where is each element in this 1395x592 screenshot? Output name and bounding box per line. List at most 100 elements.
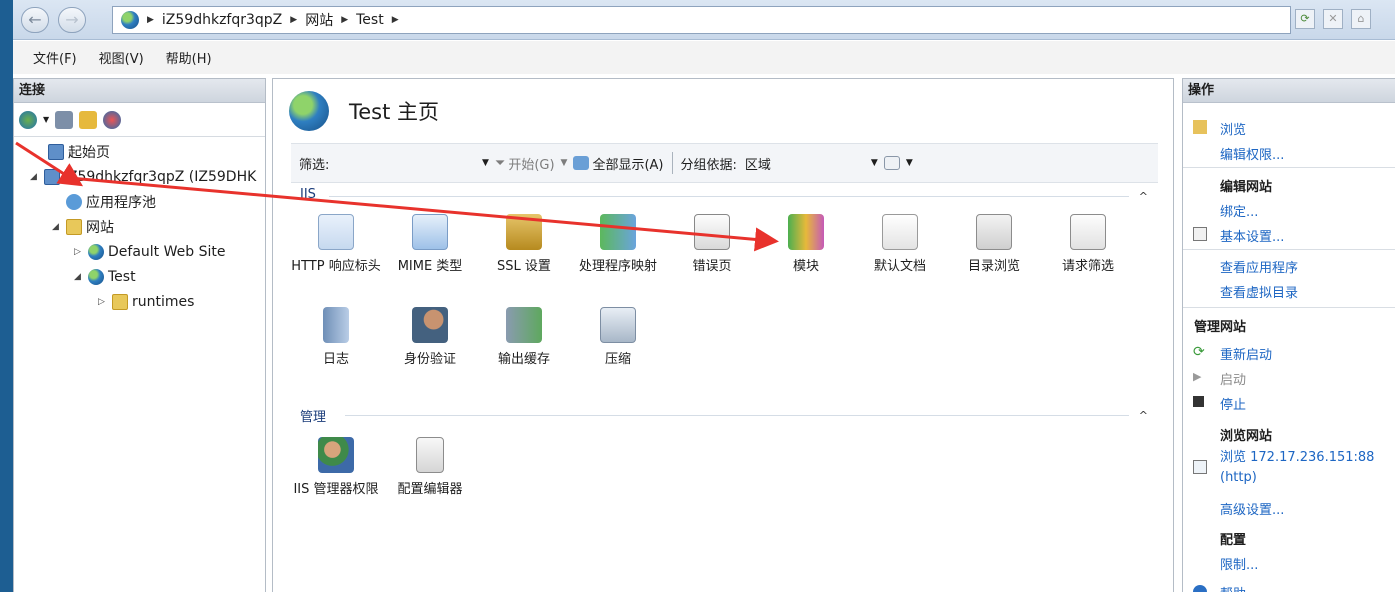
features-view: Test 主页 筛选: ▼ ⏷ 开始(G) ▼ 全部显示(A) 分组依据: 区域…: [272, 78, 1174, 592]
action-label: 停止: [1220, 398, 1247, 413]
action-label: 浏览 172.17.236.151:88: [1220, 450, 1375, 465]
connections-toolbar: ▼: [14, 103, 265, 137]
section-header: 管理网站: [1194, 320, 1247, 335]
collapse-group-icon[interactable]: ^: [1139, 409, 1148, 422]
tree-runtimes[interactable]: ▷ runtimes: [98, 291, 194, 313]
feature-compression[interactable]: 压缩: [570, 307, 666, 369]
collapse-icon[interactable]: ◢: [30, 172, 40, 182]
action-help[interactable]: 帮助: [1183, 583, 1395, 592]
feature-logging[interactable]: 日志: [288, 307, 384, 369]
globe-icon: [121, 11, 139, 29]
feature-request-filtering[interactable]: 请求筛选: [1040, 214, 1136, 276]
feature-authentication[interactable]: 身份验证: [382, 307, 478, 369]
filter-start-button[interactable]: 开始(G): [508, 154, 554, 173]
dropdown-icon[interactable]: ▼: [871, 158, 878, 168]
breadcrumb-site[interactable]: Test: [356, 12, 384, 28]
dropdown-icon[interactable]: ▼: [43, 115, 49, 124]
dropdown-icon[interactable]: ▼: [561, 158, 568, 168]
feature-configuration-editor[interactable]: 配置编辑器: [382, 437, 478, 499]
tree-sites[interactable]: ◢ 网站: [52, 216, 114, 238]
feature-default-document[interactable]: 默认文档: [852, 214, 948, 276]
forward-button[interactable]: →: [58, 7, 86, 33]
show-all-button[interactable]: 全部显示(A): [592, 154, 663, 173]
feature-ssl-settings[interactable]: SSL 设置: [476, 214, 572, 276]
refresh-icon[interactable]: ⟳: [1295, 9, 1315, 29]
up-folder-icon[interactable]: [79, 110, 98, 129]
action-restart[interactable]: 重新启动: [1183, 344, 1395, 363]
save-icon[interactable]: [55, 110, 74, 129]
tree-default-web-site[interactable]: ▷ Default Web Site: [74, 241, 225, 263]
view-mode-icon[interactable]: [883, 156, 900, 170]
feature-handler-mappings[interactable]: 处理程序映射: [570, 214, 666, 276]
disconnect-icon[interactable]: [103, 110, 122, 129]
expand-icon[interactable]: ▷: [74, 247, 84, 257]
feature-iis-manager-permissions[interactable]: IIS 管理器权限: [288, 437, 384, 499]
logging-icon: [323, 307, 349, 343]
group-name: 管理: [300, 410, 327, 425]
filter-input[interactable]: 筛选:: [291, 154, 476, 173]
menu-file[interactable]: 文件(F): [33, 48, 77, 67]
stop-icon[interactable]: ✕: [1323, 9, 1343, 29]
expand-icon[interactable]: ▷: [98, 297, 108, 307]
action-label: 浏览: [1220, 123, 1247, 138]
dropdown-icon[interactable]: ▼: [482, 158, 489, 168]
home-icon[interactable]: ⌂: [1351, 9, 1371, 29]
breadcrumb-sites[interactable]: 网站: [305, 10, 333, 30]
tree-app-pools[interactable]: 应用程序池: [66, 191, 156, 213]
collapse-icon[interactable]: ◢: [74, 272, 84, 282]
action-limits[interactable]: 限制...: [1183, 554, 1395, 573]
feature-error-pages[interactable]: 错误页: [664, 214, 760, 276]
action-label: 查看虚拟目录: [1220, 286, 1299, 301]
mime-types-icon: [412, 214, 448, 250]
action-browse[interactable]: 浏览: [1183, 119, 1395, 138]
ssl-lock-icon: [506, 214, 542, 250]
page-title: Test 主页: [349, 100, 440, 124]
feature-label: 配置编辑器: [397, 482, 463, 497]
collapse-icon[interactable]: ◢: [52, 222, 62, 232]
action-stop[interactable]: 停止: [1183, 394, 1395, 413]
feature-label: 身份验证: [403, 352, 456, 367]
tree-server[interactable]: ◢ iZ59dhkzfqr3qpZ (IZ59DHK: [30, 166, 256, 188]
group-by-select[interactable]: 区域: [745, 154, 865, 173]
group-iis-header[interactable]: IIS: [300, 187, 316, 202]
tree-test-site[interactable]: ◢ Test: [74, 266, 136, 288]
menu-help[interactable]: 帮助(H): [166, 48, 212, 67]
breadcrumb[interactable]: ▶ iZ59dhkzfqr3qpZ ▶ 网站 ▶ Test ▶: [112, 6, 1291, 34]
filter-bar: 筛选: ▼ ⏷ 开始(G) ▼ 全部显示(A) 分组依据: 区域 ▼ ▼: [291, 143, 1158, 183]
iis-manager-permissions-icon: [318, 437, 354, 473]
action-label: 重新启动: [1220, 348, 1273, 363]
feature-label: 目录浏览: [967, 259, 1020, 274]
group-management-header[interactable]: 管理: [300, 406, 326, 425]
action-label: 编辑权限...: [1220, 148, 1285, 163]
connections-title: 连接: [14, 79, 265, 103]
action-view-applications[interactable]: 查看应用程序: [1183, 257, 1395, 276]
action-bindings[interactable]: 绑定...: [1183, 201, 1395, 220]
action-browse-site[interactable]: 浏览 172.17.236.151:88 (http): [1183, 448, 1395, 488]
feature-modules[interactable]: 模块: [758, 214, 854, 276]
config-header: 配置: [1183, 529, 1395, 548]
globe-icon: [88, 269, 104, 285]
collapse-group-icon[interactable]: ^: [1139, 190, 1148, 203]
feature-http-response-headers[interactable]: HTTP 响应标头: [288, 214, 384, 276]
tree-start-page[interactable]: 起始页: [48, 141, 110, 163]
action-edit-permissions[interactable]: 编辑权限...: [1183, 144, 1395, 163]
tree-label: 应用程序池: [86, 195, 156, 211]
menu-view[interactable]: 视图(V): [99, 48, 144, 67]
breadcrumb-server[interactable]: iZ59dhkzfqr3qpZ: [162, 12, 282, 28]
address-tools: ⟳ ✕ ⌂: [1295, 9, 1371, 29]
back-button[interactable]: ←: [21, 7, 49, 33]
action-label: 基本设置...: [1220, 230, 1285, 245]
feature-mime-types[interactable]: MIME 类型: [382, 214, 478, 276]
tree-label: runtimes: [132, 294, 195, 310]
action-view-virtual-directories[interactable]: 查看虚拟目录: [1183, 282, 1395, 301]
action-basic-settings[interactable]: 基本设置...: [1183, 226, 1395, 245]
show-all-icon: [573, 156, 590, 170]
configuration-editor-icon: [416, 437, 444, 473]
breadcrumb-separator-icon: ▶: [341, 15, 349, 25]
dropdown-icon[interactable]: ▼: [906, 158, 913, 168]
feature-directory-browsing[interactable]: 目录浏览: [946, 214, 1042, 276]
connect-icon[interactable]: [19, 110, 37, 129]
feature-output-caching[interactable]: 输出缓存: [476, 307, 572, 369]
action-advanced-settings[interactable]: 高级设置...: [1183, 499, 1395, 518]
breadcrumb-separator-icon: ▶: [147, 15, 154, 25]
